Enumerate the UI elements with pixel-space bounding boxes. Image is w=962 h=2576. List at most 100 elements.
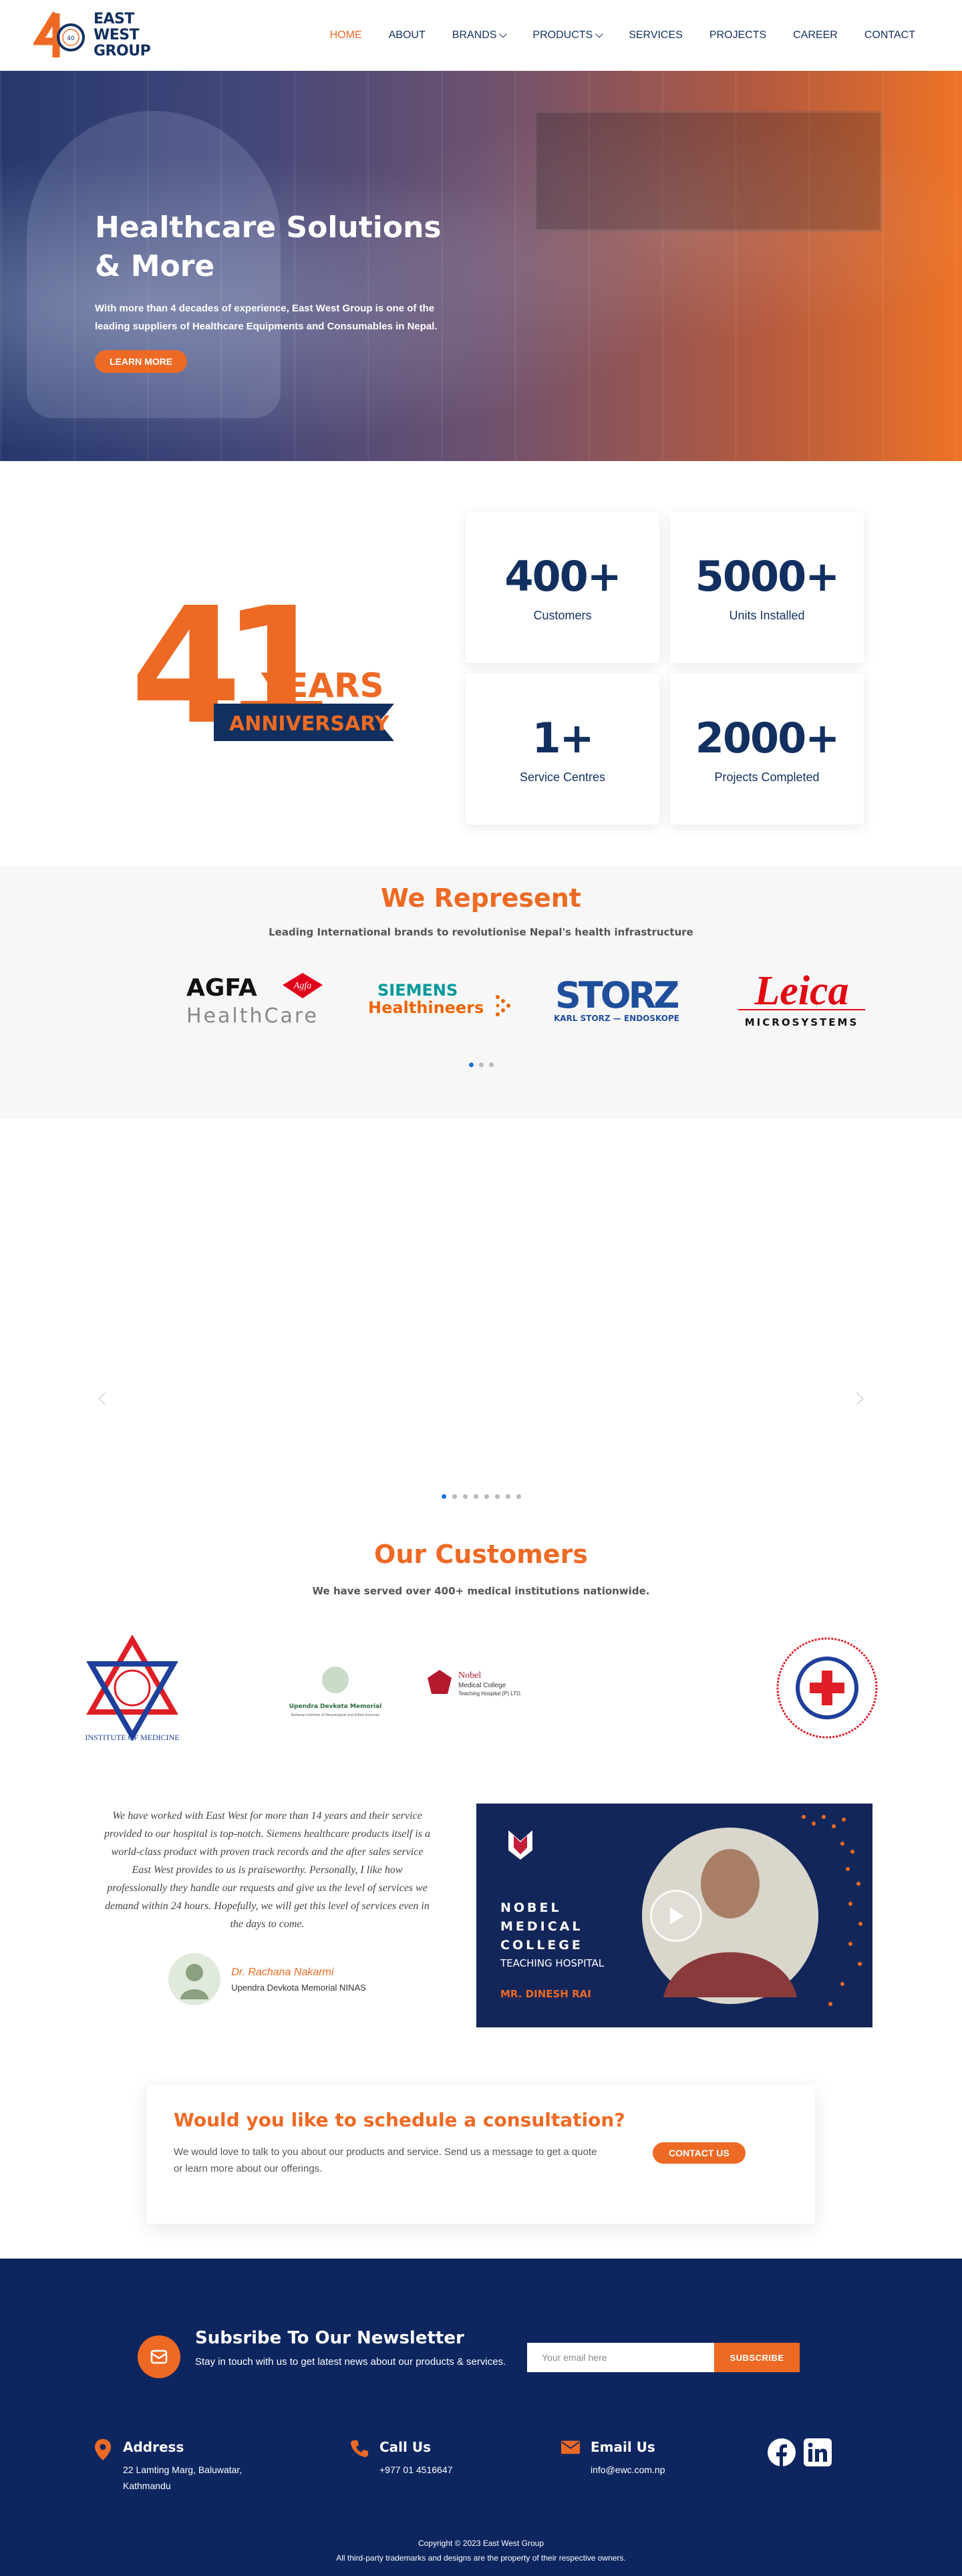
chevron-right-icon[interactable]	[850, 1392, 864, 1405]
stat-value: 5000+	[695, 552, 840, 601]
nav-projects-label: PROJECTS	[709, 29, 767, 41]
consultation-text: We would love to talk to you about our p…	[174, 2146, 597, 2174]
nav-about[interactable]: ABOUT	[389, 29, 426, 41]
stat-card-customers: 400+ Customers	[466, 512, 659, 663]
carousel-dot[interactable]	[516, 1494, 521, 1499]
stats-section: 41 YEARS ANNIVERSARY 400+ Customers 5000…	[0, 461, 962, 866]
learn-more-button[interactable]: LEARN MORE	[95, 350, 188, 373]
agfa-word: AGFA	[186, 974, 257, 1002]
carousel-dot[interactable]	[441, 1494, 446, 1499]
play-icon	[670, 1907, 683, 1924]
customers-title: Our Customers	[374, 1540, 588, 1569]
envelope-icon	[561, 2439, 580, 2460]
represent-section: We Represent Leading International brand…	[0, 866, 962, 1119]
brand-agfa-logo[interactable]: AGFA Agfa HealthCare	[184, 966, 337, 1032]
call-number[interactable]: +977 01 4516647	[379, 2462, 452, 2478]
consultation-title: Would you like to schedule a consultatio…	[174, 2109, 625, 2131]
nobel-line-2: Medical College	[458, 1682, 506, 1689]
represent-carousel-dots	[0, 1062, 962, 1067]
site-footer: Subsribe To Our Newsletter Stay in touch…	[0, 2259, 962, 2576]
phone-icon	[350, 2439, 369, 2460]
brand-storz-logo[interactable]: STORZ KARL STORZ — ENDOSKOPE	[544, 966, 698, 1032]
nav-contact[interactable]: CONTACT	[864, 29, 915, 41]
video-speaker: MR. DINESH RAI	[500, 1988, 591, 2000]
subscribe-button[interactable]: SUBSCRIBE	[714, 2343, 800, 2372]
social-links	[767, 2438, 832, 2470]
carousel-dot[interactable]	[473, 1494, 478, 1499]
nav-products[interactable]: PRODUCTS	[532, 29, 603, 41]
map-pin-icon	[94, 2439, 112, 2460]
nav-projects[interactable]: PROJECTS	[709, 29, 766, 41]
hero-title: Healthcare Solutions & More	[95, 208, 509, 286]
nav-services[interactable]: SERVICES	[629, 29, 683, 41]
agfa-badge: Agfa	[293, 981, 311, 991]
nav-career[interactable]: CAREER	[793, 29, 838, 41]
hero-subtitle: With more than 4 decades of experience, …	[95, 299, 509, 335]
represent-subtitle: Leading International brands to revoluti…	[269, 926, 693, 938]
nobel-logo: Nobel Medical College Teaching Hospital …	[428, 1670, 522, 1697]
hero-background-monitors	[534, 111, 882, 231]
facebook-icon[interactable]	[767, 2438, 796, 2470]
leica-word: Leica	[754, 968, 848, 1014]
chevron-down-icon	[499, 30, 508, 38]
siemens-sub: Healthineers	[368, 998, 484, 1017]
testimonial-author: Dr. Rachana Nakarmi Upendra Devkota Memo…	[104, 1953, 431, 2005]
address-title: Address	[123, 2439, 184, 2455]
newsletter-email-input[interactable]	[527, 2343, 714, 2372]
nav-home-label: HOME	[329, 29, 362, 41]
email-title: Email Us	[591, 2439, 655, 2455]
contact-email: Email Us info@ewc.com.np	[561, 2439, 665, 2478]
stat-label: Service Centres	[519, 770, 606, 784]
stat-card-units: 5000+ Units Installed	[670, 512, 864, 663]
slider-dots	[0, 1494, 962, 1499]
carousel-dot[interactable]	[494, 1494, 500, 1499]
contact-address: Address 22 Lamting Marg, Baluwatar, Kath…	[94, 2439, 242, 2494]
address-line-1: 22 Lamting Marg, Baluwatar,	[123, 2464, 243, 2475]
anniversary-years: YEARS	[261, 666, 384, 705]
empty-slider-section	[0, 1119, 962, 1540]
avatar	[168, 1953, 221, 2005]
iom-logo: INSTITUTE OF MEDICINE	[85, 1634, 180, 1742]
contact-us-button[interactable]: CONTACT US	[653, 2142, 746, 2164]
linkedin-icon[interactable]	[803, 2438, 832, 2470]
updev-title: Upendra Devkota Memorial	[289, 1703, 382, 1710]
video-line-3: COLLEGE	[500, 1938, 583, 1953]
address-line-2: Kathmandu	[123, 2480, 171, 2491]
carousel-dot[interactable]	[484, 1494, 489, 1499]
nav-about-label: ABOUT	[388, 29, 426, 41]
chevron-left-icon[interactable]	[98, 1392, 112, 1405]
site-logo[interactable]: 40 EAST WEST GROUP	[32, 8, 151, 63]
anniversary-badge: 41 YEARS ANNIVERSARY	[130, 571, 397, 772]
customers-subtitle: We have served over 400+ medical institu…	[312, 1585, 650, 1597]
author-org: Upendra Devkota Memorial NINAS	[231, 1982, 366, 1993]
updev-sub: National Institute of Neurological and A…	[291, 1713, 380, 1717]
copyright: Copyright © 2023 East West Group All thi…	[0, 2536, 962, 2565]
author-name: Dr. Rachana Nakarmi	[231, 1966, 334, 1978]
play-button[interactable]	[650, 1890, 702, 1942]
carousel-dot[interactable]	[468, 1062, 474, 1067]
nav-brands[interactable]: BRANDS	[452, 29, 508, 41]
stat-card-projects: 2000+ Projects Completed	[670, 674, 864, 825]
chevron-down-icon	[595, 30, 603, 38]
nav-home[interactable]: HOME	[330, 29, 362, 41]
storz-sub: KARL STORZ — ENDOSKOPE	[554, 1014, 679, 1023]
stat-label: Projects Completed	[714, 770, 820, 784]
email-address[interactable]: info@ewc.com.np	[591, 2462, 665, 2478]
brand-siemens-logo[interactable]: SIEMENS Healthineers	[364, 966, 518, 1032]
hero-title-line-1: Healthcare Solutions	[95, 210, 442, 245]
leica-sub: MICROSYSTEMS	[745, 1016, 859, 1028]
cancer-hospital-logo	[776, 1637, 878, 1739]
carousel-dot[interactable]	[505, 1494, 510, 1499]
carousel-dot[interactable]	[462, 1494, 468, 1499]
nav-products-label: PRODUCTS	[532, 29, 593, 41]
storz-word: STORZ	[555, 974, 678, 1016]
newsletter-title: Subsribe To Our Newsletter	[195, 2328, 464, 2348]
nobel-line-1: Nobel	[458, 1671, 481, 1681]
logo-40-mark: 40	[32, 8, 88, 63]
contact-call: Call Us +977 01 4516647	[350, 2439, 452, 2478]
testimonial-video[interactable]: NOBEL MEDICAL COLLEGE TEACHING HOSPITAL …	[476, 1804, 872, 2027]
carousel-dot[interactable]	[452, 1494, 457, 1499]
brand-leica-logo[interactable]: Leica MICROSYSTEMS	[725, 966, 878, 1032]
carousel-dot[interactable]	[478, 1062, 484, 1067]
carousel-dot[interactable]	[488, 1062, 494, 1067]
